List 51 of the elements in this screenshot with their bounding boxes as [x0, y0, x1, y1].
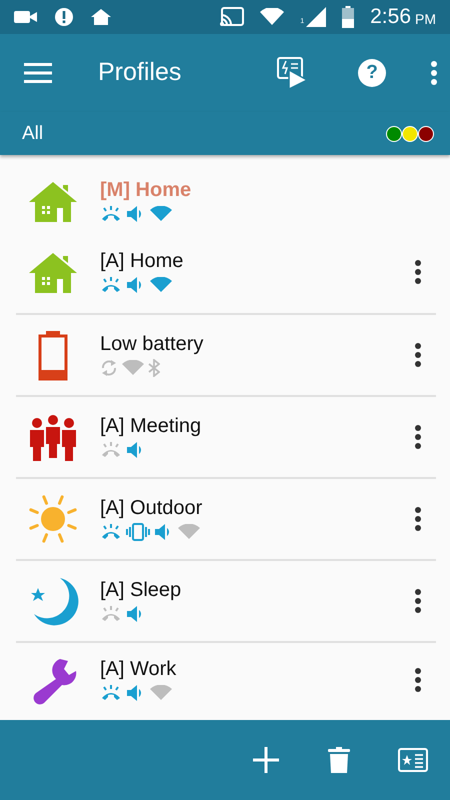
wifi-icon [260, 8, 284, 26]
more-icon [414, 506, 422, 532]
screen-play-icon [276, 56, 308, 90]
profile-name: [A] Outdoor [100, 497, 204, 519]
star-card-icon [398, 748, 428, 772]
more-button[interactable] [414, 259, 422, 285]
more-icon [414, 259, 422, 285]
menu-icon [24, 62, 52, 84]
more-icon [430, 60, 438, 86]
run-button[interactable] [276, 56, 308, 90]
plus-icon [252, 746, 280, 774]
more-button[interactable] [414, 667, 422, 693]
profile-name: [A] Work [100, 658, 178, 680]
profile-item[interactable]: Low battery [16, 315, 436, 397]
add-button[interactable] [252, 746, 280, 774]
meridiem: PM [415, 10, 436, 28]
home-icon [90, 8, 112, 26]
more-icon [414, 588, 422, 614]
delete-button[interactable] [328, 747, 350, 773]
profile-name: [M] Home [100, 179, 192, 201]
profile-item[interactable]: [A] Work [16, 643, 436, 717]
trash-icon [328, 747, 350, 773]
color-dot[interactable] [402, 126, 418, 142]
more-button[interactable] [414, 342, 422, 368]
clock: 2:56 [370, 4, 411, 30]
more-icon [414, 424, 422, 450]
filter-label[interactable]: All [22, 124, 44, 143]
cast-icon [220, 7, 244, 27]
help-button[interactable]: ? [358, 59, 386, 87]
more-icon [414, 342, 422, 368]
profile-name: [A] Sleep [100, 579, 182, 601]
more-button[interactable] [414, 506, 422, 532]
battery-icon [342, 6, 354, 28]
more-button[interactable] [414, 588, 422, 614]
more-icon [414, 667, 422, 693]
menu-button[interactable] [24, 62, 52, 84]
signal-icon [306, 7, 326, 27]
video-camera-icon [14, 9, 38, 25]
color-dot[interactable] [418, 126, 434, 142]
screen-title: Profiles [98, 57, 182, 88]
profile-item[interactable]: [A] Home [16, 231, 436, 315]
profile-name: [A] Meeting [100, 415, 202, 437]
profile-item[interactable]: [A] Sleep [16, 561, 436, 643]
more-button[interactable] [414, 424, 422, 450]
profile-item[interactable]: [A] Meeting [16, 397, 436, 479]
profile-item[interactable]: [A] Outdoor [16, 479, 436, 561]
color-dot[interactable] [386, 126, 402, 142]
alert-icon [54, 7, 74, 27]
profile-name: Low battery [100, 333, 204, 355]
profile-card-button[interactable] [398, 748, 428, 772]
profile-name: [A] Home [100, 250, 184, 272]
